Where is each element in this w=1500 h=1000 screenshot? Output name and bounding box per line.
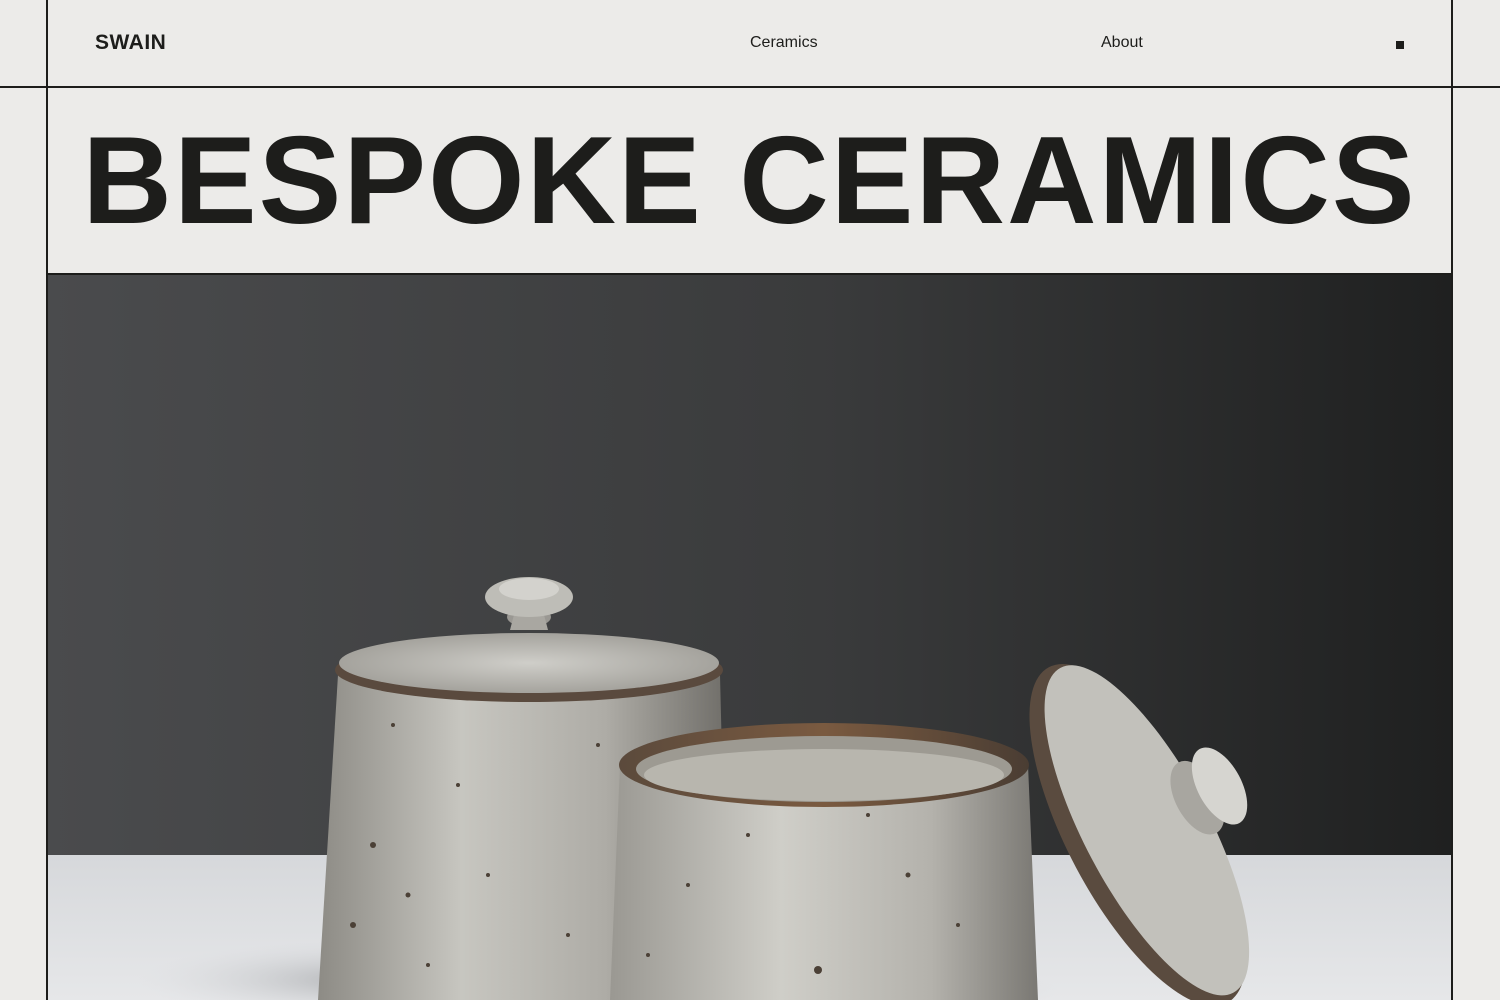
nav-link-about[interactable]: About: [1101, 34, 1143, 52]
nav-link-ceramics[interactable]: Ceramics: [750, 34, 818, 52]
page: SWAIN Ceramics About BESPOKE CERAMICS: [0, 0, 1500, 1000]
hero-title: BESPOKE CERAMICS: [82, 111, 1417, 250]
frame-line-right: [1451, 0, 1453, 1000]
brand-logo-link[interactable]: SWAIN: [95, 31, 166, 55]
ceramic-jars-image: [48, 275, 1451, 1000]
hero-photo: [48, 275, 1451, 1000]
menu-icon[interactable]: [1396, 41, 1404, 49]
